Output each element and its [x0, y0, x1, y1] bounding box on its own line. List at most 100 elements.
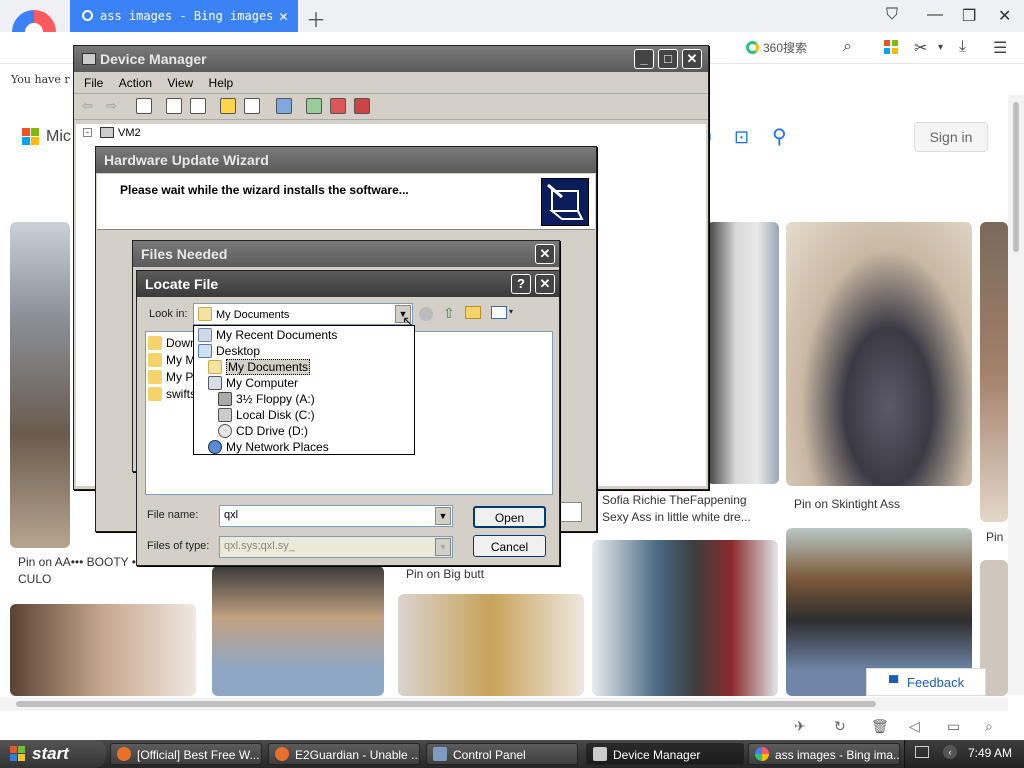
image-result[interactable] [212, 566, 384, 696]
image-caption[interactable]: Pin on Skintight Ass [786, 490, 972, 518]
image-result[interactable] [10, 222, 70, 548]
image-caption[interactable]: Pin [980, 525, 1008, 549]
browser-tab-active[interactable]: ass images - Bing images ✕ [70, 0, 298, 32]
disable-device-icon[interactable] [330, 98, 346, 114]
search-icon[interactable]: ⚲ [772, 124, 787, 149]
image-caption[interactable]: Sofia Richie TheFappening Sexy Ass in li… [594, 488, 780, 532]
view-menu-icon[interactable] [491, 306, 507, 319]
dropdown-item-my-documents[interactable]: My Documents [208, 359, 311, 375]
close-button[interactable]: ✕ [535, 244, 555, 264]
look-in-dropdown[interactable]: My Recent Documents Desktop My Documents… [193, 325, 415, 455]
chevron-down-icon[interactable]: ▾ [509, 307, 513, 316]
image-result[interactable] [707, 222, 779, 484]
sign-in-button[interactable]: Sign in [914, 122, 988, 152]
vertical-scroll-thumb[interactable] [1013, 102, 1019, 252]
new-tab-button[interactable]: ＋ [306, 4, 326, 33]
dropdown-item-cd-drive[interactable]: CD Drive (D:) [218, 424, 308, 438]
minimize-icon[interactable]: — [927, 6, 943, 24]
device-manager-icon [593, 747, 607, 761]
collapse-icon[interactable]: - [83, 128, 92, 137]
open-button[interactable]: Open [473, 506, 546, 528]
help-button[interactable]: ? [511, 274, 531, 294]
close-button[interactable]: ✕ [535, 274, 555, 294]
chevron-down-icon[interactable]: ▼ [435, 538, 451, 556]
menu-help[interactable]: Help [203, 72, 240, 94]
taskbar-item[interactable]: E2Guardian - Unable ... [268, 743, 420, 765]
visual-search-icon[interactable]: ⊡ [734, 127, 749, 148]
locate-file-titlebar[interactable]: Locate File ? ✕ [137, 271, 559, 297]
look-in-select[interactable]: My Documents ▼ [193, 303, 413, 325]
close-tab-icon[interactable]: ✕ [279, 7, 288, 25]
speaker-icon[interactable]: ◁ [909, 718, 920, 735]
apps-icon[interactable] [884, 40, 898, 54]
back-arrow-icon[interactable]: ⇦ [82, 98, 93, 114]
window-icon[interactable]: ▭ [947, 718, 960, 735]
back-icon[interactable] [419, 307, 433, 321]
microsoft-logo-text[interactable]: Mic [46, 128, 71, 146]
forward-arrow-icon[interactable]: ⇨ [106, 98, 117, 114]
image-result[interactable] [398, 594, 584, 696]
image-result[interactable] [980, 222, 1008, 522]
tree-root-label[interactable]: VM2 [118, 127, 141, 139]
new-folder-icon[interactable] [465, 306, 481, 319]
image-result[interactable] [592, 540, 778, 696]
close-button[interactable]: ✕ [682, 49, 702, 69]
uninstall-device-icon[interactable] [354, 98, 370, 114]
trash-icon[interactable]: 🗑 [871, 718, 889, 735]
file-name-combobox[interactable]: qxl ▼ [219, 505, 453, 527]
up-folder-icon[interactable]: ⇧ [443, 305, 455, 322]
search-provider[interactable]: 360搜索 [746, 39, 807, 56]
view-icon[interactable] [244, 98, 260, 114]
update-driver-icon[interactable] [306, 98, 322, 114]
scissors-icon[interactable]: ✂ [914, 38, 927, 58]
dropdown-item-floppy[interactable]: 3½ Floppy (A:) [218, 392, 315, 406]
dropdown-item-network[interactable]: My Network Places [208, 440, 329, 454]
my-computer-icon [208, 376, 222, 390]
feedback-button[interactable]: ▀ Feedback [866, 668, 986, 696]
scan-hardware-icon[interactable] [276, 98, 292, 114]
properties-icon[interactable] [166, 98, 182, 114]
microsoft-logo-icon[interactable] [22, 128, 40, 146]
files-needed-titlebar[interactable]: Files Needed ✕ [133, 241, 559, 267]
taskbar-item[interactable]: [Official] Best Free W... [110, 743, 262, 765]
files-of-type-select[interactable]: qxl.sys;qxl.sy_ ▼ [219, 536, 453, 558]
menu-file[interactable]: File [78, 72, 109, 94]
keyboard-icon[interactable] [915, 746, 929, 758]
restore-icon[interactable]: ❐ [962, 6, 976, 26]
print-icon[interactable] [190, 98, 206, 114]
taskbar-item[interactable]: ass images - Bing ima... [748, 743, 900, 765]
dropdown-item-my-computer[interactable]: My Computer [208, 376, 298, 390]
dropdown-item-desktop[interactable]: Desktop [198, 344, 260, 358]
taskbar-item[interactable]: Control Panel [426, 743, 578, 765]
magnifier-icon[interactable]: ⌕ [843, 38, 852, 56]
device-manager-titlebar[interactable]: Device Manager _ □ ✕ [74, 46, 708, 72]
image-caption[interactable]: Pin on Big butt [398, 562, 584, 590]
taskbar-item-active[interactable]: Device Manager [586, 743, 744, 765]
chevron-down-icon[interactable]: ▾ [938, 42, 943, 53]
horizontal-scroll-thumb[interactable] [16, 701, 876, 707]
menu-icon[interactable]: ☰ [993, 38, 1007, 58]
rocket-icon[interactable]: ✈ [794, 718, 806, 735]
dropdown-item-recent[interactable]: My Recent Documents [198, 328, 337, 342]
chevron-left-icon[interactable]: ‹ [943, 745, 957, 759]
help-icon[interactable] [220, 98, 236, 114]
list-item[interactable]: Downl [148, 336, 199, 350]
image-result[interactable] [786, 222, 972, 486]
wizard-titlebar[interactable]: Hardware Update Wizard [96, 147, 596, 173]
show-hide-tree-icon[interactable] [136, 98, 152, 114]
menu-view[interactable]: View [161, 72, 199, 94]
chevron-down-icon[interactable]: ▼ [435, 507, 451, 525]
refresh-icon[interactable]: ↻ [834, 718, 846, 735]
image-result[interactable] [10, 604, 196, 696]
menu-action[interactable]: Action [113, 72, 158, 94]
dropdown-item-local-disk[interactable]: Local Disk (C:) [218, 408, 315, 422]
list-item[interactable]: swifts [148, 387, 196, 401]
start-button[interactable]: start [0, 740, 106, 768]
zoom-icon[interactable]: ⌕ [985, 718, 993, 735]
cancel-button[interactable]: Cancel [473, 535, 546, 557]
shirt-icon[interactable]: ⛉ [886, 6, 898, 24]
minimize-button[interactable]: _ [634, 49, 654, 69]
close-window-icon[interactable]: ✕ [998, 6, 1011, 26]
maximize-button[interactable]: □ [658, 49, 678, 69]
download-icon[interactable]: ⤓ [959, 38, 966, 56]
